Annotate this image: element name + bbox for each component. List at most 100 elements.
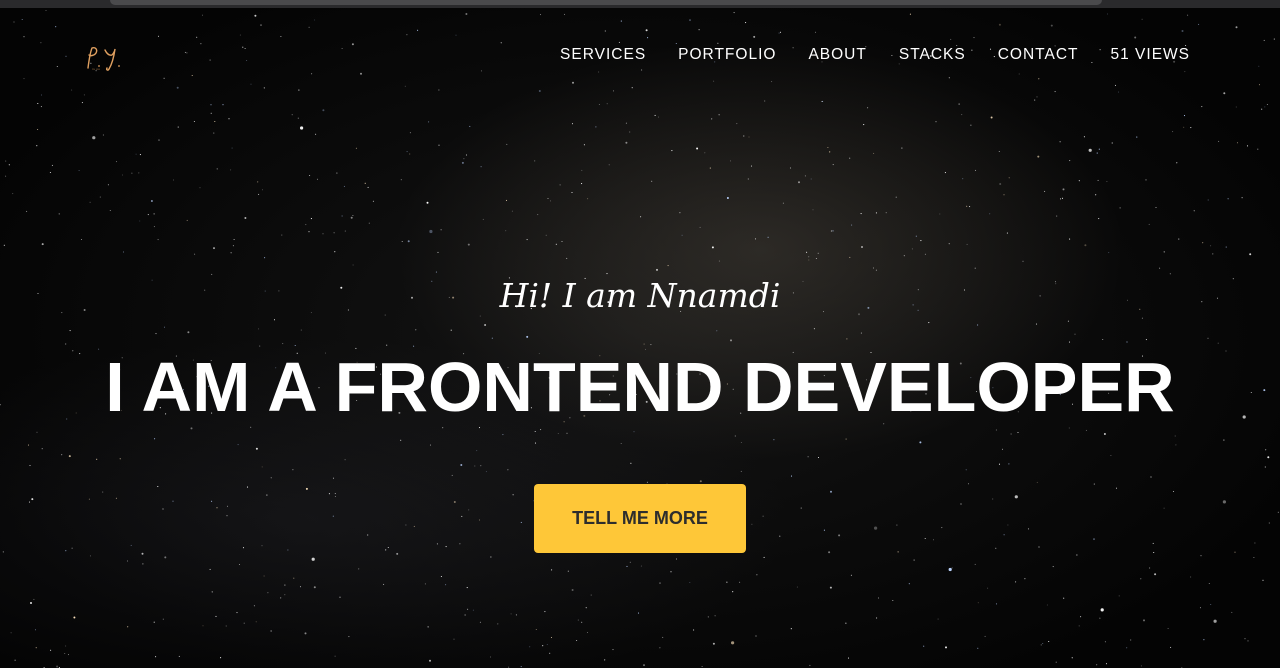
star [51,164,53,166]
star [1085,429,1087,431]
star [1145,179,1147,181]
star [157,239,159,241]
star [440,229,442,231]
star [461,515,463,517]
star [459,543,461,545]
nav-item-services[interactable]: SERVICES [560,46,646,64]
star [5,175,7,177]
star [153,621,155,623]
star [872,267,875,269]
star [157,485,159,488]
star [199,187,201,189]
star [901,147,903,149]
star [401,240,403,243]
star [1059,198,1062,200]
star [230,252,232,254]
star [726,197,729,199]
star [1207,199,1209,201]
star [566,257,568,259]
star [809,664,811,666]
star [1040,644,1042,646]
star [999,183,1002,185]
star [339,596,341,598]
star [226,505,229,507]
star [1222,500,1226,504]
nav-item-portfolio[interactable]: PORTFOLIO [678,46,776,64]
star [633,431,635,433]
star [587,198,589,200]
star [490,556,492,558]
star [1071,657,1073,659]
star [1247,640,1249,642]
svg-text:ru ou: ru ou [92,67,100,71]
nav-item-views[interactable]: 51 VIEWS [1111,46,1191,64]
star [861,246,863,248]
star [474,465,476,467]
star [1199,607,1202,609]
star [1003,194,1005,196]
star [400,179,402,181]
star [920,240,922,242]
star [1235,106,1237,108]
star [1015,581,1017,583]
star [808,256,810,258]
star [671,150,673,152]
star [50,649,52,651]
star [305,487,308,490]
star [966,243,968,245]
star [300,126,304,130]
star [1098,148,1100,150]
star [838,534,841,537]
nav-item-contact[interactable]: CONTACT [998,46,1079,64]
star [924,253,926,255]
star [119,458,121,460]
star [468,509,470,511]
star [555,243,557,245]
star [808,259,810,261]
star [581,183,583,185]
star [3,244,5,246]
star [643,664,645,667]
star [944,172,946,174]
star [8,164,10,166]
star [577,619,579,621]
star [790,628,792,630]
star [1136,136,1138,138]
star [829,586,832,589]
nav-item-stacks[interactable]: STACKS [899,46,966,64]
star [102,134,104,136]
star [1104,641,1106,643]
star [154,438,156,440]
star [1208,582,1210,585]
star [970,124,972,126]
star [89,201,91,203]
star [1014,495,1018,499]
nav-item-about[interactable]: ABOUT [808,46,866,64]
star [515,614,517,616]
star [974,267,976,269]
star [409,132,411,134]
star [1007,524,1009,526]
star [924,537,926,540]
star [670,571,672,573]
star [534,442,537,444]
star [65,550,67,552]
star [1022,260,1024,262]
tell-me-more-button[interactable]: TELL ME MORE [534,484,746,553]
star [1097,179,1099,181]
star [396,552,399,555]
star [1044,190,1046,192]
star [315,133,317,135]
site-logo[interactable]: ru ou [82,44,134,72]
hero-intro: Hi! I am Nnamdi [499,276,781,315]
star [210,104,212,106]
star [322,109,325,112]
star [712,642,715,645]
star [1254,542,1256,544]
star [939,213,941,215]
star [348,636,350,638]
star [1172,490,1175,493]
star [812,209,814,211]
star [941,527,943,529]
star [1190,576,1192,578]
